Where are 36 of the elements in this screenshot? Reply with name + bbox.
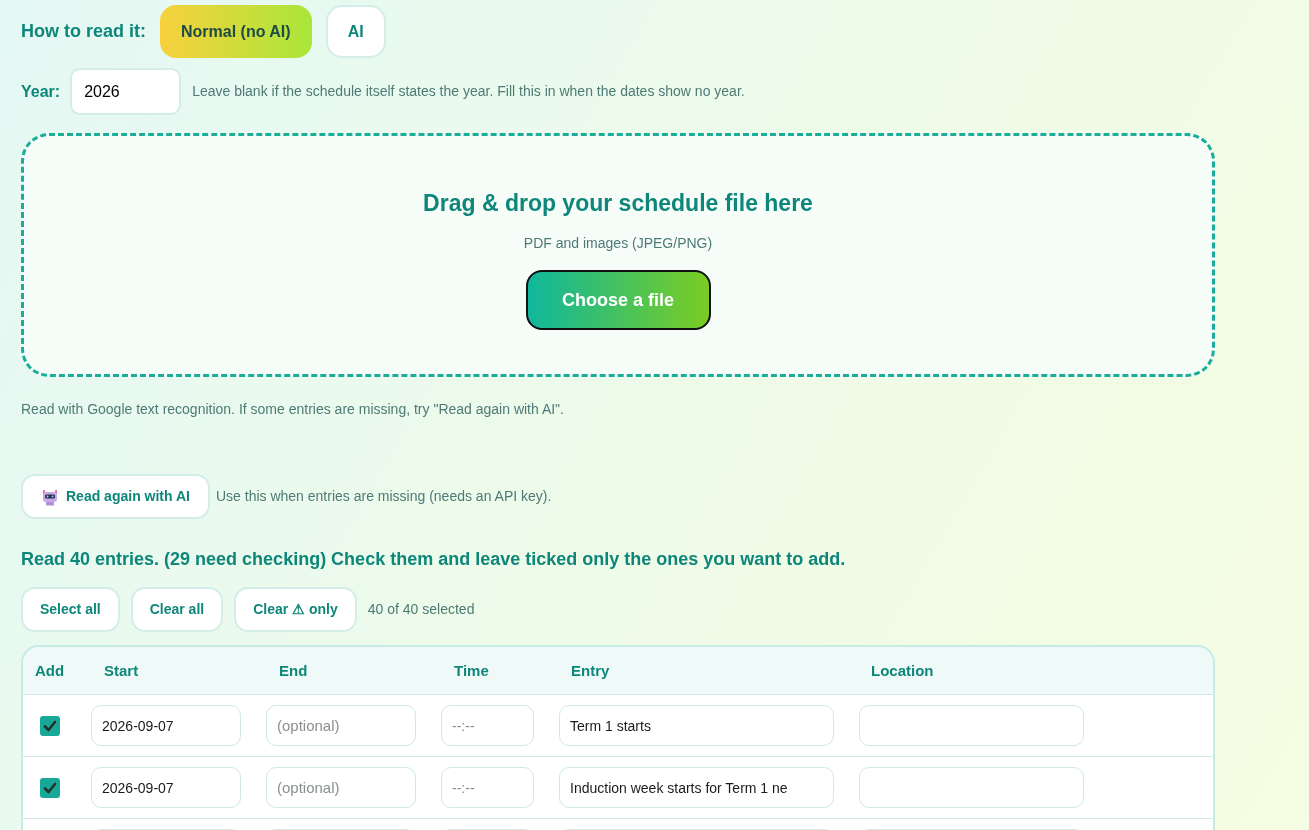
end-date-field[interactable]: (optional) bbox=[266, 767, 416, 808]
column-header: Start bbox=[104, 661, 139, 679]
read-note: Read with Google text recognition. If some entries are missing, try "Read again with AI". bbox=[21, 400, 565, 419]
time-field[interactable]: --:-- bbox=[441, 705, 534, 746]
selection-button[interactable]: Clear ⚠ only bbox=[234, 587, 357, 632]
column-header: End bbox=[279, 661, 308, 679]
drop-zone-title: Drag & drop your schedule file here bbox=[423, 189, 813, 218]
selection-button[interactable]: Select all bbox=[21, 587, 120, 632]
checkbox[interactable] bbox=[40, 777, 60, 798]
column-header: Add bbox=[35, 661, 65, 679]
year-field[interactable]: 2026 bbox=[70, 68, 182, 115]
read-mode-label: How to read it: bbox=[21, 20, 146, 43]
column-header: Time bbox=[454, 661, 489, 679]
start-date-field[interactable]: 2026-09-07 bbox=[91, 767, 241, 808]
start-date-field[interactable]: 2026-09-07 bbox=[91, 705, 241, 746]
checkbox[interactable] bbox=[40, 715, 60, 736]
entry-field[interactable]: Term 1 starts bbox=[559, 705, 834, 746]
column-header: Location bbox=[871, 661, 934, 679]
location-field[interactable] bbox=[859, 767, 1084, 808]
results-heading: Read 40 entries. (29 need checking) Check them and leave ticked only the ones you want to add. bbox=[21, 548, 847, 571]
robot-icon bbox=[41, 487, 59, 506]
location-field[interactable] bbox=[859, 705, 1084, 746]
read-again-button[interactable]: Read again with AI bbox=[21, 474, 210, 519]
read-mode-option[interactable]: AI bbox=[325, 5, 386, 58]
selection-button[interactable]: Clear all bbox=[130, 587, 224, 632]
time-field[interactable]: --:-- bbox=[441, 767, 534, 808]
year-label: Year: bbox=[21, 81, 61, 102]
column-header: Entry bbox=[571, 661, 610, 679]
year-hint: Leave blank if the schedule itself states the year. Fill this in when the dates show no year. bbox=[192, 82, 745, 101]
read-again-hint: Use this when entries are missing (needs an API key). bbox=[215, 487, 552, 506]
entry-field[interactable]: Induction week starts for Term 1 ne bbox=[559, 767, 834, 808]
drop-zone[interactable]: Drag & drop your schedule file here PDF and images (JPEG/PNG) Choose a file bbox=[21, 133, 1215, 377]
selection-count: 40 of 40 selected bbox=[367, 600, 475, 619]
end-date-field[interactable]: (optional) bbox=[266, 705, 416, 746]
drop-zone-subtitle: PDF and images (JPEG/PNG) bbox=[523, 234, 713, 253]
read-mode-option[interactable]: Normal (no AI) bbox=[160, 5, 312, 58]
